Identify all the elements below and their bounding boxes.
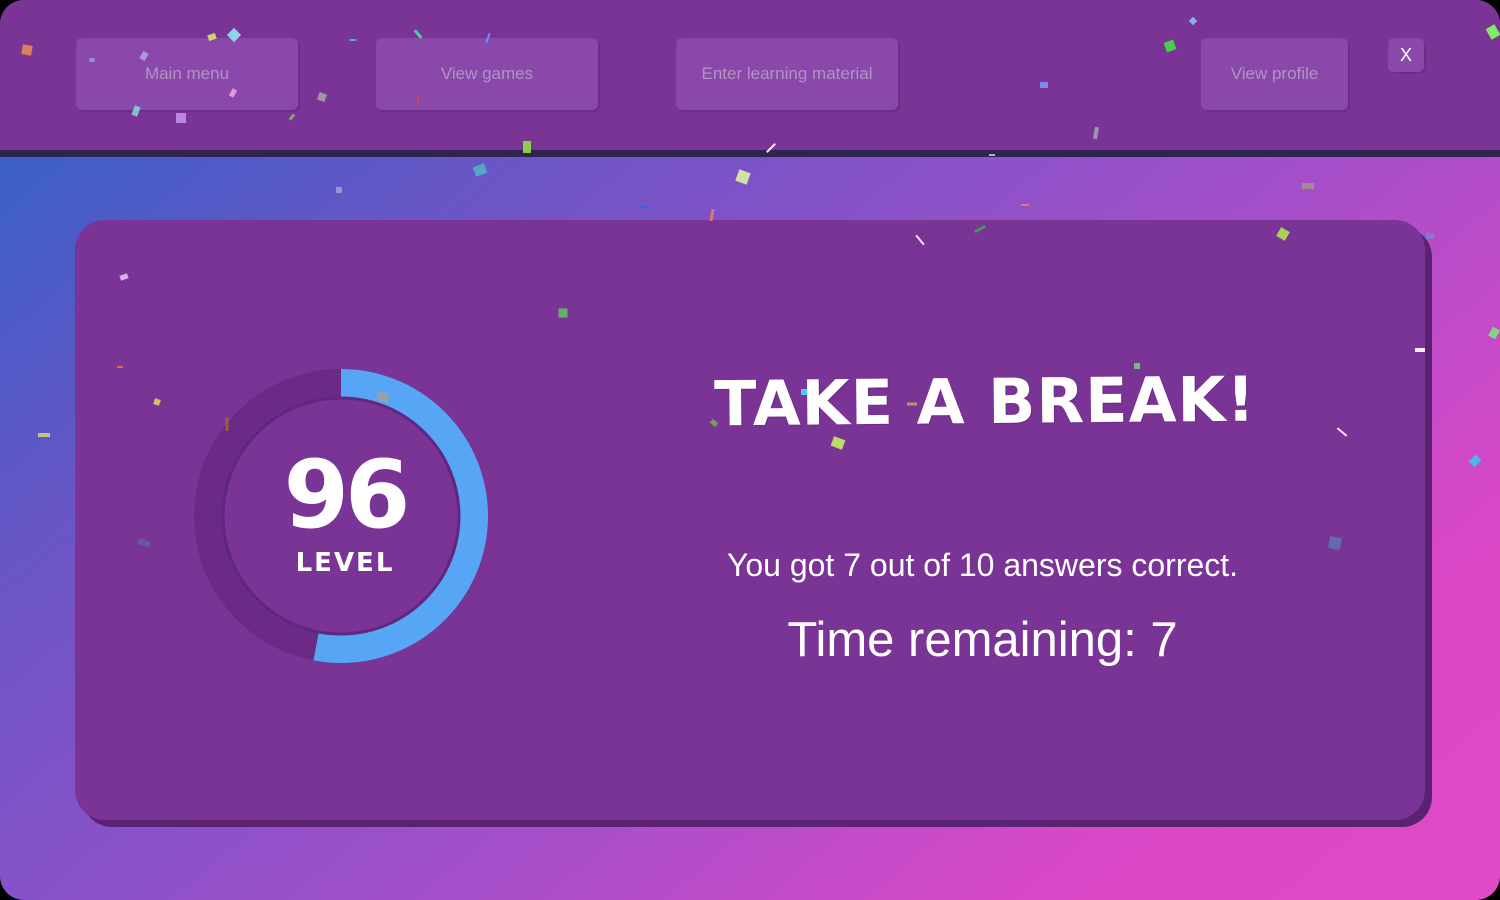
enter-learning-material-button[interactable]: Enter learning material bbox=[676, 38, 898, 110]
time-remaining-text: Time remaining: 7 bbox=[787, 613, 1178, 667]
score-summary-text: You got 7 out of 10 answers correct. bbox=[726, 547, 1239, 583]
main-menu-button[interactable]: Main menu bbox=[76, 38, 298, 110]
confetti-piece bbox=[472, 163, 488, 177]
top-navigation-bar: Main menu View games Enter learning mate… bbox=[0, 0, 1500, 157]
confetti-piece bbox=[1468, 454, 1482, 468]
confetti-piece bbox=[640, 205, 650, 209]
confetti-piece bbox=[1302, 183, 1314, 189]
confetti-piece bbox=[735, 169, 751, 185]
level-number: 96 bbox=[283, 441, 411, 550]
confetti-piece bbox=[1488, 326, 1500, 340]
level-label: LEVEL bbox=[295, 548, 395, 578]
confetti-piece bbox=[38, 433, 50, 437]
view-games-button[interactable]: View games bbox=[376, 38, 598, 110]
take-a-break-headline: TAKE A BREAK! bbox=[713, 362, 1257, 441]
close-button[interactable]: X bbox=[1388, 38, 1424, 72]
view-profile-button[interactable]: View profile bbox=[1201, 38, 1348, 110]
confetti-piece bbox=[1021, 204, 1029, 206]
app-window: Main menu View games Enter learning mate… bbox=[0, 0, 1500, 900]
confetti-piece bbox=[336, 187, 342, 193]
confetti-piece bbox=[1426, 233, 1434, 239]
